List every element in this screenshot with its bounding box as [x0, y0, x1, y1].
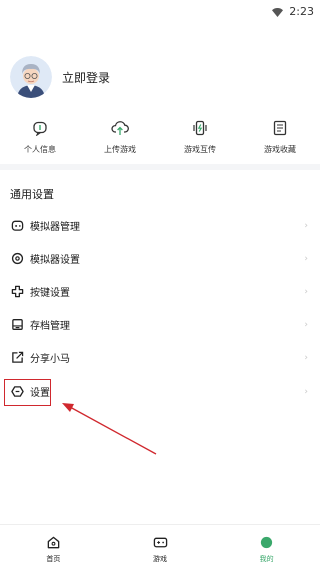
- section-title: 通用设置: [10, 188, 54, 201]
- menu-item-emulator-management[interactable]: 模拟器管理 ›: [0, 209, 320, 242]
- save-icon: [10, 318, 24, 332]
- quick-actions: 个人信息 上传游戏 游戏互传 游戏收藏: [0, 118, 320, 155]
- menu-item-save-management[interactable]: 存档管理 ›: [0, 308, 320, 341]
- chevron-right-icon: ›: [304, 286, 308, 297]
- game-icon: [152, 534, 168, 550]
- status-time: 2:23: [289, 5, 314, 18]
- profile-header[interactable]: 立即登录: [10, 56, 110, 98]
- menu-label: 分享小马: [30, 354, 70, 365]
- list-icon: [270, 118, 290, 138]
- menu-label: 存档管理: [30, 321, 70, 332]
- chevron-right-icon: ›: [304, 352, 308, 363]
- quick-action-label: 游戏收藏: [264, 145, 296, 154]
- quick-action-upload-game[interactable]: 上传游戏: [80, 118, 160, 155]
- menu-item-share[interactable]: 分享小马 ›: [0, 341, 320, 374]
- menu-item-emulator-settings[interactable]: 模拟器设置 ›: [0, 242, 320, 275]
- login-link[interactable]: 立即登录: [62, 69, 110, 86]
- menu-label: 模拟器管理: [30, 222, 80, 233]
- chevron-right-icon: ›: [304, 220, 308, 231]
- tab-home[interactable]: 首页: [0, 525, 107, 568]
- quick-action-game-transfer[interactable]: 游戏互传: [160, 118, 240, 155]
- quick-action-label: 上传游戏: [104, 145, 136, 154]
- dpad-icon: [10, 285, 24, 299]
- tab-label: 首页: [46, 555, 61, 563]
- tab-label: 我的: [259, 555, 274, 563]
- section-divider: [0, 164, 320, 170]
- menu-label: 模拟器设置: [30, 255, 80, 266]
- share-icon: [10, 351, 24, 365]
- wifi-icon: [272, 2, 284, 21]
- quick-action-profile-info[interactable]: 个人信息: [0, 118, 80, 155]
- profile-dot-icon: [259, 534, 275, 550]
- chevron-right-icon: ›: [304, 386, 308, 397]
- status-right: 2:23: [272, 2, 314, 21]
- annotation-highlight-box: [4, 379, 51, 406]
- chat-badge-icon: [30, 118, 50, 138]
- bottom-tab-bar: 首页 游戏 我的: [0, 524, 320, 568]
- menu-label: 按键设置: [30, 288, 70, 299]
- gear-icon: [10, 252, 24, 266]
- quick-action-game-favorites[interactable]: 游戏收藏: [240, 118, 320, 155]
- chevron-right-icon: ›: [304, 319, 308, 330]
- cloud-upload-icon: [110, 118, 130, 138]
- avatar-icon[interactable]: [10, 56, 52, 98]
- menu-item-key-settings[interactable]: 按键设置 ›: [0, 275, 320, 308]
- tab-mine[interactable]: 我的: [213, 525, 320, 568]
- tab-games[interactable]: 游戏: [107, 525, 214, 568]
- tab-label: 游戏: [153, 555, 167, 563]
- quick-action-label: 游戏互传: [184, 145, 216, 154]
- chevron-right-icon: ›: [304, 253, 308, 264]
- status-bar: 2:23: [0, 0, 320, 18]
- gamepad-icon: [10, 219, 24, 233]
- quick-action-label: 个人信息: [24, 145, 56, 154]
- phone-transfer-icon: [190, 118, 210, 138]
- home-icon: [45, 534, 61, 550]
